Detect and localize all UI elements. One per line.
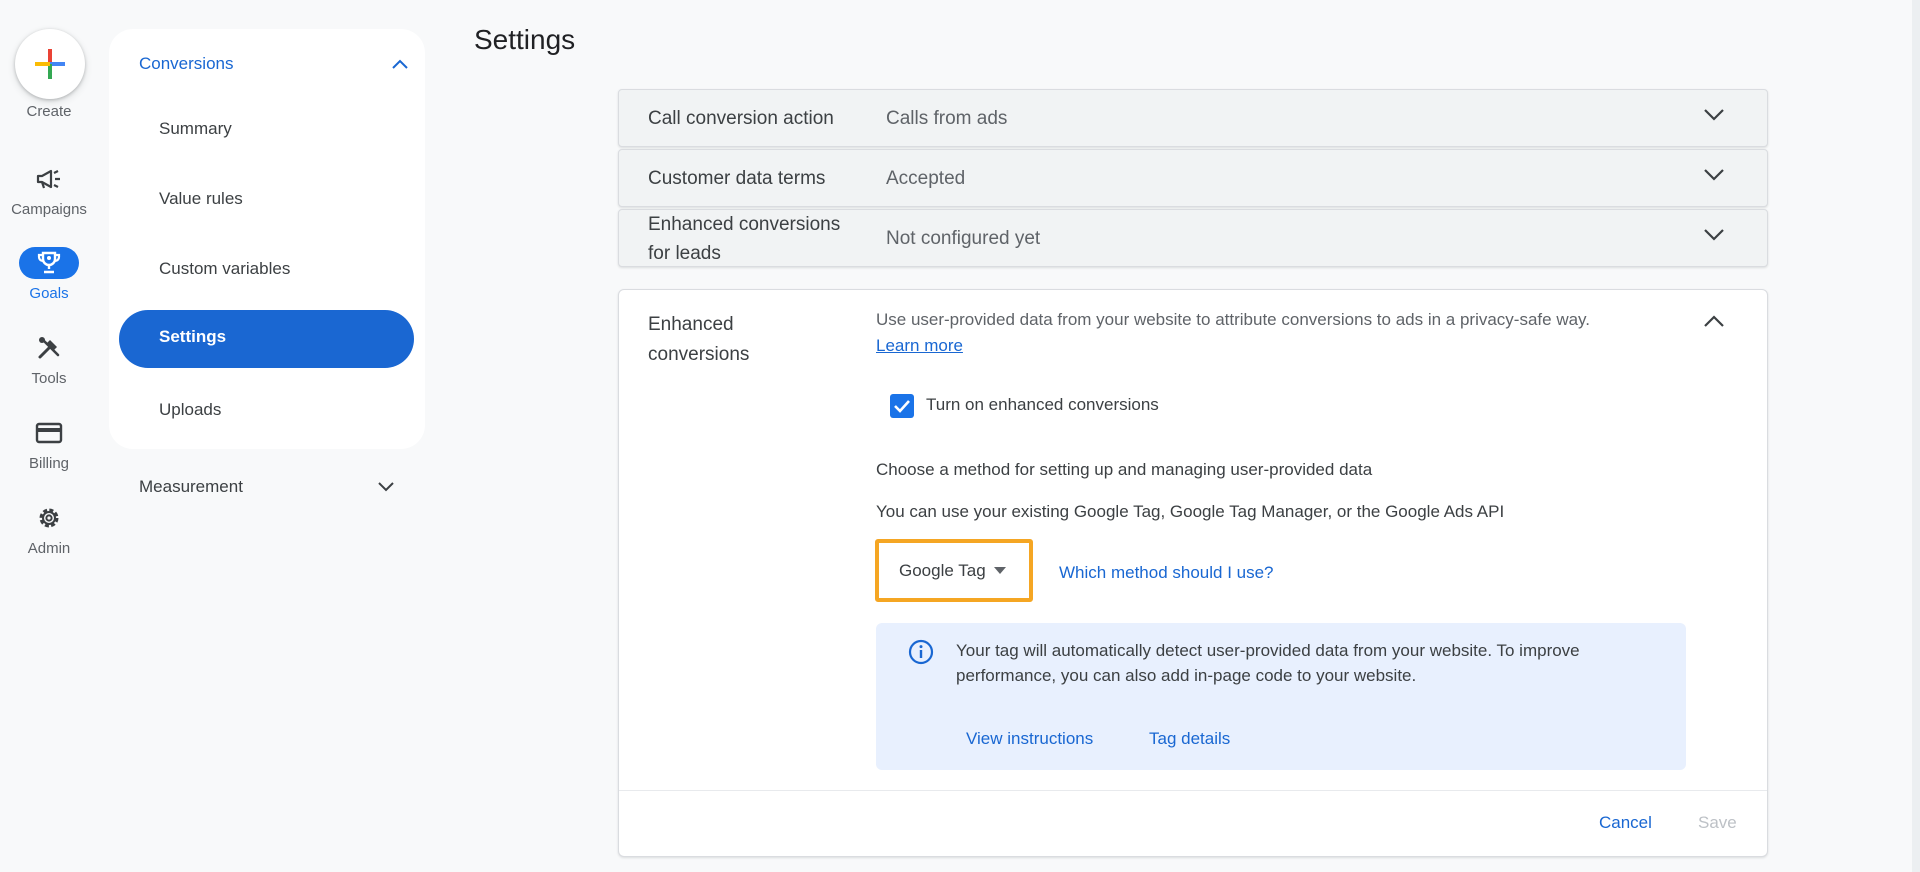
rail-label-goals: Goals	[29, 285, 69, 302]
info-text: Your tag will automatically detect user-…	[956, 641, 1580, 685]
info-banner: Your tag will automatically detect user-…	[876, 623, 1686, 770]
rail-create-label-wrap: Create	[0, 103, 98, 120]
enhanced-conversions-checkbox[interactable]	[890, 394, 914, 418]
chevron-down-icon	[378, 482, 394, 492]
rail-label-campaigns: Campaigns	[11, 201, 87, 218]
row-enhanced-conversions-leads[interactable]: Enhanced conversions for leads Not confi…	[618, 209, 1768, 267]
megaphone-icon	[19, 163, 79, 195]
chevron-down-icon	[1704, 109, 1724, 121]
row-label: Call conversion action	[648, 108, 834, 129]
create-button[interactable]	[15, 29, 85, 99]
cancel-button[interactable]: Cancel	[1599, 813, 1652, 833]
subnav-item-custom-variables[interactable]: Custom variables	[159, 257, 290, 281]
api-text: You can use your existing Google Tag, Go…	[876, 502, 1505, 521]
save-button[interactable]: Save	[1698, 813, 1737, 833]
learn-more-link[interactable]: Learn more	[876, 336, 963, 356]
rail-item-goals[interactable]: Goals	[0, 247, 98, 302]
tools-icon	[19, 332, 79, 364]
subnav-item-value-rules[interactable]: Value rules	[159, 187, 243, 211]
subnav-item-uploads[interactable]: Uploads	[159, 398, 221, 422]
rail-label-admin: Admin	[27, 540, 71, 557]
row-label-line2: for leads	[648, 243, 721, 264]
tag-details-link[interactable]: Tag details	[1149, 729, 1230, 749]
panel-label-line2: conversions	[648, 344, 750, 365]
checkmark-icon	[894, 400, 910, 413]
row-value: Not configured yet	[886, 228, 1041, 249]
chevron-down-icon	[1704, 169, 1724, 181]
chevron-up-icon	[392, 59, 408, 69]
credit-card-icon	[19, 417, 79, 449]
panel-footer-divider	[619, 790, 1767, 791]
subnav-item-summary[interactable]: Summary	[159, 117, 232, 141]
subnav-header-conversions[interactable]: Conversions	[139, 49, 409, 79]
rail-item-admin[interactable]: Admin	[0, 502, 98, 557]
row-value: Calls from ads	[886, 108, 1008, 129]
method-text: Choose a method for setting up and manag…	[876, 460, 1373, 479]
subnav-card: Conversions Summary Value rules Custom v…	[109, 29, 425, 449]
info-icon	[908, 639, 934, 665]
checkbox-label: Turn on enhanced conversions	[926, 395, 1159, 414]
method-dropdown-value: Google Tag	[899, 560, 986, 580]
row-customer-data-terms[interactable]: Customer data terms Accepted	[618, 149, 1768, 207]
scrollbar-track[interactable]	[1912, 0, 1920, 872]
rail-item-billing[interactable]: Billing	[0, 417, 98, 472]
rail-label-billing: Billing	[28, 455, 70, 472]
row-value: Accepted	[886, 168, 966, 189]
row-label-line1: Enhanced conversions	[648, 214, 841, 235]
trophy-icon	[19, 247, 79, 279]
subnav-item-settings[interactable]: Settings	[119, 310, 414, 368]
view-instructions-link[interactable]: View instructions	[966, 729, 1093, 749]
page-title: Settings	[474, 24, 576, 55]
rail-label-tools: Tools	[31, 370, 67, 387]
which-method-link[interactable]: Which method should I use?	[1059, 563, 1274, 583]
gear-icon	[19, 502, 79, 534]
subnav-header-label: Conversions	[139, 54, 234, 73]
rail-item-campaigns[interactable]: Campaigns	[0, 163, 98, 218]
panel-label: Enhanced conversions	[648, 310, 848, 370]
rail-create-label: Create	[26, 103, 72, 120]
subnav-measurement[interactable]: Measurement	[139, 477, 395, 497]
row-label: Customer data terms	[648, 168, 826, 189]
app-root: Create Campaigns Goals Tools Billing Adm…	[0, 0, 1920, 872]
enhanced-conversions-panel: Enhanced conversions Use user-provided d…	[618, 289, 1768, 857]
panel-description: Use user-provided data from your website…	[876, 310, 1591, 329]
chevron-down-icon	[1704, 229, 1724, 241]
subnav-item-settings-label: Settings	[159, 327, 227, 346]
subnav-measurement-label: Measurement	[139, 477, 243, 496]
method-dropdown[interactable]: Google Tag	[875, 539, 1033, 602]
caret-down-icon	[993, 566, 1006, 574]
panel-label-line1: Enhanced	[648, 314, 734, 335]
left-rail: Create Campaigns Goals Tools Billing Adm…	[0, 0, 98, 872]
plus-icon	[35, 49, 65, 79]
rail-item-tools[interactable]: Tools	[0, 332, 98, 387]
row-call-conversion-action[interactable]: Call conversion action Calls from ads	[618, 89, 1768, 147]
chevron-up-icon[interactable]	[1703, 314, 1725, 328]
